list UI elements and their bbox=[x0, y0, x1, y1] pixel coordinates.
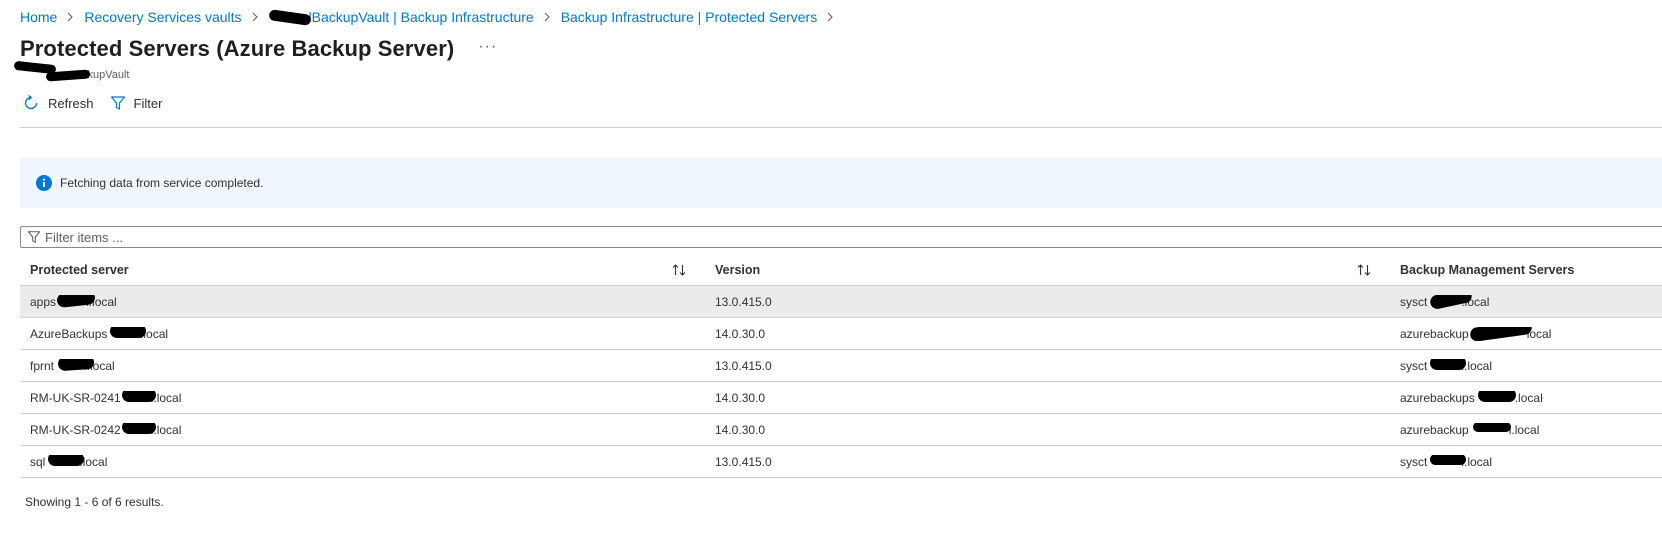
table-row[interactable]: RM-UK-SR-0241 l.local 14.0.30.0 azureback… bbox=[20, 382, 1662, 414]
version-value: 14.0.30.0 bbox=[715, 326, 766, 341]
page-subtitle: ckupVault bbox=[13, 60, 130, 82]
results-count: Showing 1 - 6 of 6 results. bbox=[25, 495, 164, 509]
cell-backup-management-server: azurebackups .local bbox=[1390, 390, 1662, 405]
cell-backup-management-server: sysct .local bbox=[1390, 294, 1662, 309]
protected-servers-page: Home Recovery Services vaults lBackupVau… bbox=[0, 0, 1662, 541]
management-server-name: azurebackup local bbox=[1400, 326, 1551, 341]
chevron-right-icon bbox=[67, 12, 74, 22]
cell-version: 13.0.415.0 bbox=[705, 455, 1390, 469]
breadcrumb-recovery-services-vaults[interactable]: Recovery Services vaults bbox=[84, 9, 241, 25]
column-header-backup-management-servers[interactable]: Backup Management Servers bbox=[1390, 263, 1662, 277]
management-server-name: sysct l.local bbox=[1400, 358, 1492, 373]
column-header-label: Version bbox=[715, 262, 761, 277]
server-name: fprnt l.local bbox=[30, 358, 115, 373]
redaction-mark bbox=[122, 390, 156, 402]
refresh-button[interactable]: Refresh bbox=[22, 94, 94, 112]
sort-icon[interactable] bbox=[671, 263, 687, 277]
sort-icon[interactable] bbox=[1356, 263, 1372, 277]
filter-label: Filter bbox=[133, 95, 163, 111]
breadcrumb: Home Recovery Services vaults lBackupVau… bbox=[20, 8, 844, 26]
version-value: 14.0.30.0 bbox=[715, 422, 766, 437]
cell-backup-management-server: sysct l.local bbox=[1390, 358, 1662, 373]
cell-protected-server: fprnt l.local bbox=[20, 358, 705, 373]
filter-icon bbox=[27, 231, 41, 243]
cell-version: 13.0.415.0 bbox=[705, 359, 1390, 373]
server-name: sql .local bbox=[30, 454, 107, 469]
cell-protected-server: apps l.local bbox=[20, 294, 705, 309]
version-value: 13.0.415.0 bbox=[715, 358, 772, 373]
chevron-right-icon bbox=[827, 12, 833, 22]
version-value: 13.0.415.0 bbox=[715, 454, 772, 469]
breadcrumb-home[interactable]: Home bbox=[20, 9, 57, 25]
table-row[interactable]: fprnt l.local 13.0.415.0 sysct l.local bbox=[20, 350, 1662, 382]
redaction-mark bbox=[267, 8, 312, 26]
redaction-mark bbox=[122, 422, 156, 434]
version-value: 13.0.415.0 bbox=[715, 294, 772, 309]
management-server-name: sysct .local bbox=[1400, 294, 1489, 309]
cell-backup-management-server: azurebackup l.local bbox=[1390, 422, 1662, 437]
redaction-mark bbox=[57, 358, 95, 371]
management-server-name: sysct l.local bbox=[1400, 454, 1493, 469]
filter-items-box bbox=[20, 226, 1662, 248]
filter-icon bbox=[110, 96, 125, 110]
redaction-mark bbox=[1478, 390, 1516, 402]
server-name: RM-UK-SR-0242 l.local bbox=[30, 422, 181, 437]
info-message-text: Fetching data from service completed. bbox=[60, 176, 264, 190]
chevron-right-icon bbox=[252, 12, 258, 22]
table-row[interactable]: RM-UK-SR-0242 l.local 14.0.30.0 azureback… bbox=[20, 414, 1662, 446]
cell-protected-server: AzureBackups l.local bbox=[20, 326, 705, 341]
cell-protected-server: sql .local bbox=[20, 454, 705, 469]
breadcrumb-backup-infrastructure[interactable]: lBackupVault | Backup Infrastructure bbox=[309, 9, 534, 25]
more-icon[interactable]: ··· bbox=[478, 38, 497, 56]
column-header-version[interactable]: Version bbox=[705, 263, 1390, 277]
cell-version: 14.0.30.0 bbox=[705, 423, 1390, 437]
chevron-right-icon bbox=[544, 12, 550, 22]
grid-header: Protected server Version Backup Manageme… bbox=[20, 254, 1662, 286]
redaction-mark bbox=[1430, 358, 1466, 370]
table-row[interactable]: AzureBackups l.local 14.0.30.0 azurebacku… bbox=[20, 318, 1662, 350]
redaction-mark bbox=[1469, 326, 1533, 341]
cell-version: 14.0.30.0 bbox=[705, 327, 1390, 341]
cell-protected-server: RM-UK-SR-0242 l.local bbox=[20, 422, 705, 437]
server-name: RM-UK-SR-0241 l.local bbox=[30, 390, 181, 405]
toolbar-divider bbox=[20, 127, 1662, 128]
cell-backup-management-server: sysct l.local bbox=[1390, 454, 1662, 469]
column-header-protected-server[interactable]: Protected server bbox=[20, 263, 705, 277]
column-header-label: Protected server bbox=[30, 262, 129, 277]
refresh-icon bbox=[24, 94, 38, 110]
info-icon bbox=[36, 175, 52, 191]
table-row[interactable]: sql .local 13.0.415.0 sysct l.local bbox=[20, 446, 1662, 478]
column-header-label: Backup Management Servers bbox=[1400, 262, 1575, 277]
cell-version: 14.0.30.0 bbox=[705, 391, 1390, 405]
refresh-label: Refresh bbox=[48, 95, 94, 111]
cell-version: 13.0.415.0 bbox=[705, 295, 1390, 309]
redaction-mark bbox=[48, 454, 84, 466]
cell-protected-server: RM-UK-SR-0241 l.local bbox=[20, 390, 705, 405]
management-server-name: azurebackups .local bbox=[1400, 390, 1543, 405]
table-row[interactable]: apps l.local 13.0.415.0 sysct .local bbox=[20, 286, 1662, 318]
redaction-mark bbox=[110, 326, 146, 338]
server-name: AzureBackups l.local bbox=[30, 326, 168, 341]
server-name: apps l.local bbox=[30, 294, 117, 309]
info-message-bar: Fetching data from service completed. bbox=[20, 158, 1662, 208]
management-server-name: azurebackup l.local bbox=[1400, 422, 1540, 437]
breadcrumb-protected-servers[interactable]: Backup Infrastructure | Protected Server… bbox=[561, 9, 818, 25]
protected-servers-grid: Protected server Version Backup Manageme… bbox=[20, 254, 1662, 478]
cell-backup-management-server: azurebackup local bbox=[1390, 326, 1662, 341]
title-row: Protected Servers (Azure Backup Server) … bbox=[20, 36, 497, 62]
command-bar: Refresh Filter bbox=[22, 94, 178, 112]
page-title: Protected Servers (Azure Backup Server) bbox=[20, 36, 455, 61]
redaction-mark bbox=[1430, 454, 1466, 465]
redaction-mark bbox=[1473, 422, 1511, 432]
version-value: 14.0.30.0 bbox=[715, 390, 766, 405]
filter-items-input[interactable] bbox=[45, 229, 1545, 245]
filter-button[interactable]: Filter bbox=[110, 95, 163, 111]
